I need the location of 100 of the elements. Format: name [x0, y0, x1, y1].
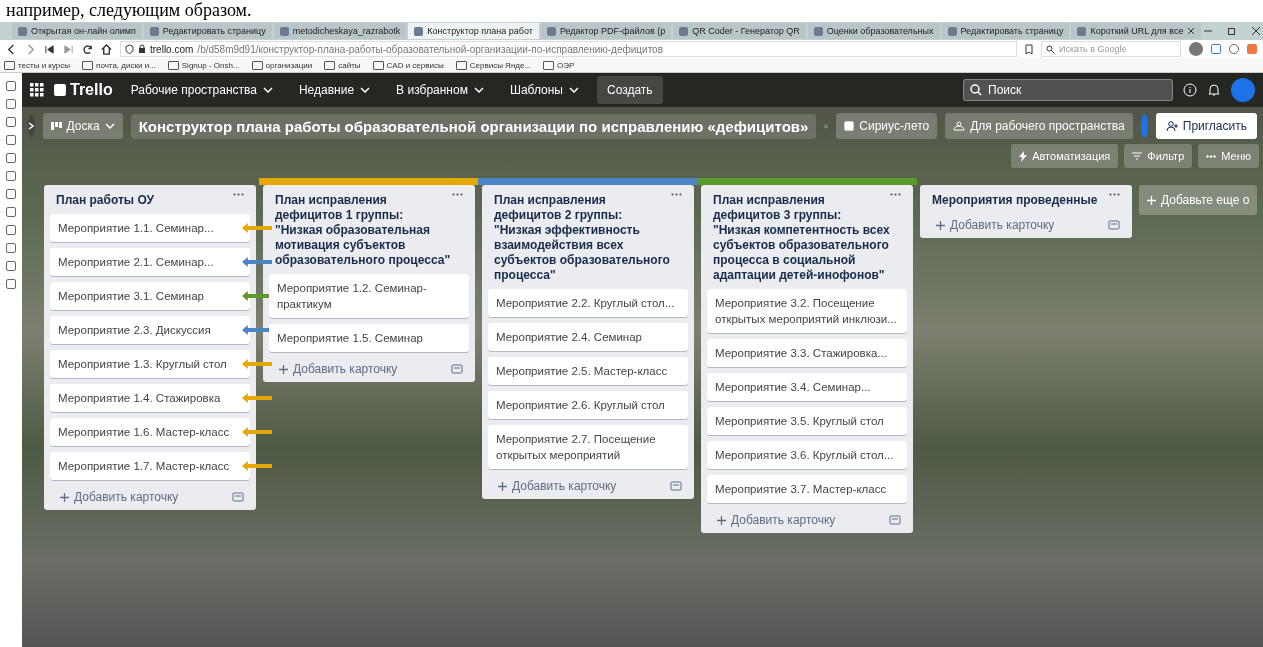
card[interactable]: Мероприятие 3.1. Семинар: [50, 282, 250, 310]
restore-icon[interactable]: [1227, 26, 1238, 36]
add-card-button[interactable]: Добавить карточку: [936, 218, 1055, 232]
add-card-button[interactable]: Добавить карточку: [717, 513, 836, 527]
bookmark-item[interactable]: тесты и курсы: [4, 60, 71, 70]
browser-tab[interactable]: Оценки образовательных: [807, 23, 940, 39]
filter-icon: [1132, 152, 1143, 160]
last-icon[interactable]: [63, 43, 74, 55]
bookmark-item[interactable]: CAD и сервисы: [372, 60, 444, 70]
avatar-icon[interactable]: [1231, 78, 1255, 102]
card[interactable]: Мероприятие 2.5. Мастер-класс: [488, 357, 688, 385]
browser-tab[interactable]: Открытая он-лайн олимп: [12, 23, 142, 39]
card[interactable]: Мероприятие 3.7. Мастер-класс: [707, 475, 907, 503]
lightning-icon: [1019, 150, 1028, 162]
nav-menu-button[interactable]: Рабочие пространства: [122, 79, 281, 101]
nav-menu-button[interactable]: Шаблоны: [501, 79, 587, 101]
close-icon[interactable]: [1251, 26, 1262, 36]
template-icon: [451, 364, 463, 374]
browser-tab[interactable]: Редактировать страницу: [941, 23, 1070, 39]
add-person-icon: [1165, 120, 1178, 132]
more-icon[interactable]: [890, 193, 901, 196]
template-icon: [232, 492, 244, 502]
card[interactable]: Мероприятие 2.6. Круглый стол: [488, 391, 688, 419]
card[interactable]: Мероприятие 1.6. Мастер-класс: [50, 418, 250, 446]
template-icon: [670, 481, 682, 491]
bookmark-item[interactable]: организации: [251, 60, 313, 70]
profile-icon[interactable]: [1189, 42, 1203, 56]
card[interactable]: Мероприятие 1.4. Стажировка: [50, 384, 250, 412]
list-title[interactable]: План работы ОУ: [56, 193, 234, 208]
plus-icon: [60, 492, 69, 502]
card[interactable]: Мероприятие 1.5. Семинар: [269, 324, 469, 352]
card[interactable]: Мероприятие 2.4. Семинар: [488, 323, 688, 351]
card[interactable]: Мероприятие 2.1. Семинар...: [50, 248, 250, 276]
board-view-button[interactable]: Доска: [42, 113, 123, 139]
search-icon: [1046, 44, 1055, 54]
bookmark-item[interactable]: Signup - Onsh...: [167, 60, 240, 70]
browser-tab[interactable]: metodicheskaya_razrabotk: [273, 23, 407, 39]
list-title[interactable]: План исправления дефицитов 3 группы: "Низкая компетентность всех субъектов образовательного процесса в социальной адаптации детей-инофонов": [713, 193, 891, 283]
back-icon[interactable]: [6, 43, 17, 55]
home-icon[interactable]: [101, 43, 112, 55]
browser-tab[interactable]: Редактировать страницу: [143, 23, 272, 39]
browser-tab[interactable]: QR Coder - Генератор QR: [673, 23, 806, 39]
bookmark-item[interactable]: ОЭР: [543, 60, 575, 70]
add-card-button[interactable]: Добавить карточку: [498, 479, 617, 493]
card[interactable]: Мероприятие 2.7. Посещение открытых мероприятий: [488, 425, 688, 469]
nav-menu-button[interactable]: Недавние: [290, 79, 379, 101]
info-icon[interactable]: [1183, 83, 1197, 97]
close-icon[interactable]: [1187, 27, 1196, 35]
chevron-right-icon: [28, 122, 35, 130]
menu-button[interactable]: Меню: [1198, 144, 1259, 168]
card[interactable]: Мероприятие 1.3. Круглый стол: [50, 350, 250, 378]
expand-sidebar-button[interactable]: [28, 115, 35, 137]
more-icon[interactable]: [1109, 193, 1120, 196]
more-icon[interactable]: [671, 193, 682, 196]
apps-grid-icon[interactable]: [30, 83, 44, 97]
bookmark-item[interactable]: Сервисы Янде...: [455, 60, 532, 70]
favicon-icon: [149, 26, 159, 36]
invite-button[interactable]: Пригласить: [1155, 113, 1257, 139]
card[interactable]: Мероприятие 2.2. Круглый стол...: [488, 289, 688, 317]
browser-tab[interactable]: Конструктор плана работ: [408, 23, 539, 39]
card[interactable]: Мероприятие 3.5. Круглый стол: [707, 407, 907, 435]
add-card-button[interactable]: Добавить карточку: [279, 362, 398, 376]
bookmark-item[interactable]: сайты: [324, 60, 361, 70]
more-icon[interactable]: [452, 193, 463, 196]
first-icon[interactable]: [44, 43, 55, 55]
bell-icon[interactable]: [1207, 83, 1221, 97]
card[interactable]: Мероприятие 2.3. Дискуссия: [50, 316, 250, 344]
card[interactable]: Мероприятие 1.1. Семинар...: [50, 214, 250, 242]
address-bar[interactable]: trello.com /b/d58m9d91/конструктор-плана-работы-образовательной-организации-по-исправлению-дефицитов: [120, 41, 1017, 57]
forward-icon[interactable]: [25, 43, 36, 55]
browser-tab[interactable]: Редактор PDF-файлов (p: [540, 23, 672, 39]
workspace-button[interactable]: Сириус-лето: [836, 113, 938, 139]
card[interactable]: Мероприятие 3.2. Посещение открытых мероприятий инклюзи...: [707, 289, 907, 333]
chevron-down-icon: [104, 123, 115, 129]
browser-tab[interactable]: Короткий URL для все: [1071, 23, 1202, 39]
bookmark-item[interactable]: почта, диски и...: [82, 60, 156, 70]
list-title[interactable]: План исправления дефицитов 1 группы: "Низкая образовательная мотивация субъектов образовательного процесса": [275, 193, 453, 268]
favicon-icon: [279, 26, 289, 36]
nav-menu-button[interactable]: В избранном: [388, 79, 492, 101]
add-card-button[interactable]: Добавить карточку: [60, 490, 179, 504]
plus-icon: [1147, 195, 1156, 205]
reload-icon[interactable]: [82, 43, 93, 55]
visibility-button[interactable]: Для рабочего пространства: [945, 113, 1133, 139]
filter-button[interactable]: Фильтр: [1124, 144, 1193, 168]
card[interactable]: Мероприятие 1.7. Мастер-класс: [50, 452, 250, 480]
automation-button[interactable]: Автоматизация: [1011, 144, 1119, 168]
card[interactable]: Мероприятие 1.2. Семинар-практикум: [269, 274, 469, 318]
list-title[interactable]: Мероприятия проведенные: [932, 193, 1110, 208]
search-field[interactable]: Поиск: [963, 79, 1173, 101]
list-title[interactable]: План исправления дефицитов 2 группы: "Низкая эффективность взаимодействия всех субъектов образовательного процесса": [494, 193, 672, 283]
card[interactable]: Мероприятие 3.3. Стажировка...: [707, 339, 907, 367]
board-title[interactable]: Конструктор плана работы образовательной организации по исправлению «дефицитов»: [130, 113, 817, 139]
trello-logo[interactable]: Trello: [54, 81, 113, 99]
create-button[interactable]: Создать: [597, 76, 663, 104]
favicon-icon: [18, 26, 27, 36]
chevron-down-icon: [569, 87, 579, 93]
favicon-icon: [546, 26, 556, 36]
card[interactable]: Мероприятие 3.4. Семинар...: [707, 373, 907, 401]
card[interactable]: Мероприятие 3.6. Круглый стол...: [707, 441, 907, 469]
more-icon[interactable]: [233, 193, 244, 196]
